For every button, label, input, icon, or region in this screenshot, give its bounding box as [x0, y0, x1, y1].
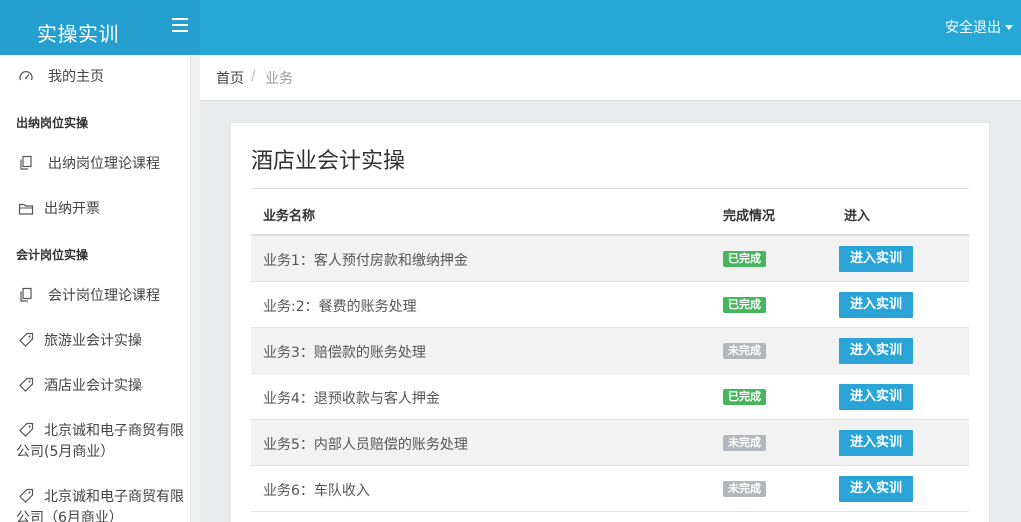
sidebar-item-accounting-theory[interactable]: 会计岗位理论课程: [0, 286, 190, 306]
section-header-cashier: 出纳岗位实操: [16, 116, 89, 130]
table-row: 业务1：客人预付房款和缴纳押金 已完成 进入实训: [251, 236, 969, 282]
task-name: 业务5：内部人员赔偿的账务处理: [263, 437, 468, 453]
sidebar-item-label: 出纳开票: [44, 201, 100, 217]
brand-area: 实操实训: [0, 0, 200, 55]
sidebar-scrollbar[interactable]: [190, 55, 200, 522]
sidebar-item-label: 公司（6月商业）: [16, 510, 123, 522]
column-header-enter: 进入: [844, 209, 871, 224]
sidebar-item-label: 出纳岗位理论课程: [48, 156, 160, 172]
enter-training-button[interactable]: 进入实训: [839, 246, 913, 272]
task-name: 业务6：车队收入: [263, 483, 370, 499]
tag-icon: [19, 332, 34, 347]
status-badge: 已完成: [723, 297, 766, 313]
table-row: 业务6：车队收入 未完成 进入实训: [251, 466, 969, 512]
logout-button[interactable]: 安全退出: [945, 17, 1013, 37]
sidebar-item-hotel[interactable]: 酒店业会计实操: [0, 376, 190, 396]
sidebar-item-label: 北京诚和电子商贸有限: [44, 423, 184, 439]
column-header-status: 完成情况: [723, 209, 776, 224]
sidebar-item-label: 会计岗位理论课程: [48, 288, 160, 304]
sidebar-item-home[interactable]: 我的主页: [0, 67, 190, 87]
tag-icon: [19, 422, 34, 437]
copy-icon: [20, 287, 32, 302]
task-name: 业务1：客人预付房款和缴纳押金: [263, 253, 468, 269]
sidebar-item-label: 北京诚和电子商贸有限: [44, 489, 184, 505]
sidebar-item-invoicing[interactable]: 出纳开票: [0, 199, 190, 219]
sidebar-item-label: 公司(5月商业）: [16, 444, 115, 460]
folder-icon: [18, 203, 34, 215]
tag-icon: [19, 377, 34, 392]
content-panel: 酒店业会计实操 业务名称 完成情况 进入 业务1：客人预付房款和缴纳押金 已完成进…: [230, 122, 990, 522]
tag-icon: [19, 488, 34, 503]
dashboard-icon: [19, 70, 33, 81]
sidebar-item-label: 酒店业会计实操: [44, 378, 142, 394]
app-title: 实操实训: [37, 22, 119, 46]
status-badge: 已完成: [723, 251, 766, 267]
breadcrumb-current: 业务: [265, 71, 293, 87]
title-divider: [251, 188, 969, 189]
sidebar-item-cashier-theory[interactable]: 出纳岗位理论课程: [0, 154, 190, 174]
table-row: 业务3：赔偿款的账务处理 未完成 进入实训: [251, 328, 969, 374]
status-badge: 未完成: [723, 481, 766, 497]
task-name: 业务3：赔偿款的账务处理: [263, 345, 426, 361]
enter-training-button[interactable]: 进入实训: [839, 292, 913, 318]
column-header-name: 业务名称: [263, 209, 316, 224]
table-row: 业务5：内部人员赔偿的账务处理 未完成 进入实训: [251, 420, 969, 466]
logout-label: 安全退出: [945, 20, 1001, 36]
sidebar-item-label: 我的主页: [48, 69, 104, 85]
enter-training-button[interactable]: 进入实训: [839, 430, 913, 456]
status-badge: 未完成: [723, 435, 766, 451]
chevron-down-icon: [1005, 24, 1013, 30]
breadcrumb-separator: /: [251, 68, 256, 84]
sidebar-item-tourism[interactable]: 旅游业会计实操: [0, 331, 190, 351]
enter-training-button[interactable]: 进入实训: [839, 338, 913, 364]
sidebar-item-label: 旅游业会计实操: [44, 333, 142, 349]
breadcrumb: 首页 / 业务: [200, 55, 1021, 101]
page-title: 酒店业会计实操: [251, 149, 406, 174]
table-row: 业务4：退预收款与客人押金 已完成 进入实训: [251, 374, 969, 420]
menu-toggle-icon[interactable]: [172, 18, 188, 32]
sidebar-item-chenghe-may[interactable]: 北京诚和电子商贸有限 公司(5月商业）: [0, 421, 190, 465]
status-badge: 已完成: [723, 389, 766, 405]
table-row: 业务:2：餐费的账务处理 已完成 进入实训: [251, 282, 969, 328]
sidebar-item-chenghe-june[interactable]: 北京诚和电子商贸有限 公司（6月商业）: [0, 487, 190, 522]
status-badge: 未完成: [723, 343, 766, 359]
task-name: 业务:2：餐费的账务处理: [263, 299, 417, 315]
breadcrumb-home-link[interactable]: 首页: [216, 68, 244, 88]
sidebar: 我的主页 出纳岗位实操 出纳岗位理论课程 出纳开票 会计岗位实操 会计岗位理论课…: [0, 55, 190, 522]
top-navbar: 实操实训 安全退出: [0, 0, 1021, 55]
section-header-accounting: 会计岗位实操: [16, 248, 89, 262]
enter-training-button[interactable]: 进入实训: [839, 384, 913, 410]
copy-icon: [20, 155, 32, 170]
task-name: 业务4：退预收款与客人押金: [263, 391, 440, 407]
enter-training-button[interactable]: 进入实训: [839, 476, 913, 502]
